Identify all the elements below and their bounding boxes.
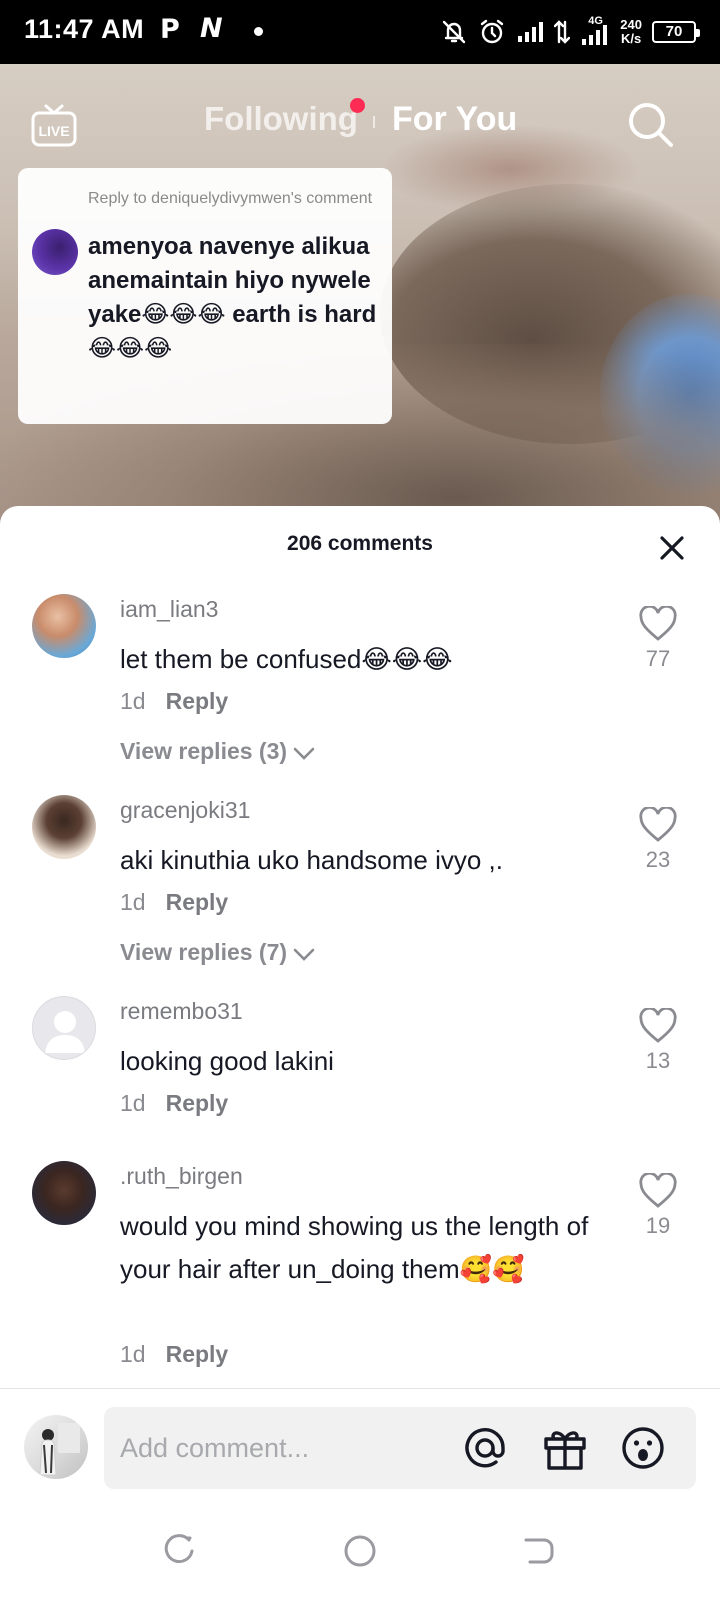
search-icon[interactable]: [626, 100, 676, 150]
n-notification-icon: N: [200, 13, 223, 44]
comment-age: 1d: [120, 688, 146, 714]
comment-item: remembo31 looking good lakini 1d Reply 13: [0, 996, 720, 1156]
comment-text: let them be confused😂😂😂: [120, 644, 453, 674]
like-count: 13: [645, 1048, 671, 1073]
system-navigation-bar: [0, 1500, 720, 1600]
heart-icon: [639, 1173, 677, 1208]
avatar[interactable]: [32, 996, 96, 1060]
comment-composer: Add comment...: [0, 1388, 720, 1500]
view-replies-button[interactable]: View replies (3): [120, 738, 315, 765]
mention-icon[interactable]: [462, 1425, 508, 1471]
chevron-down-icon: [294, 948, 315, 961]
like-button[interactable]: 77: [630, 606, 686, 672]
avatar[interactable]: [32, 594, 96, 658]
like-count: 23: [645, 847, 671, 872]
new-content-dot: [350, 98, 365, 113]
reply-card-header: Reply to deniquelydivymwen's comment: [88, 190, 373, 207]
like-count: 77: [645, 646, 671, 671]
default-avatar-icon: [45, 1011, 85, 1053]
notification-dot-icon: [254, 27, 263, 36]
comment-age: 1d: [120, 1090, 146, 1116]
gift-icon[interactable]: [542, 1425, 588, 1471]
comment-meta: 1d Reply: [120, 889, 228, 916]
network-speed: 240 K/s: [620, 17, 642, 46]
reply-button[interactable]: Reply: [166, 889, 229, 915]
comments-sheet: 206 comments iam_lian3 let them be confu…: [0, 506, 720, 1390]
heart-icon: [639, 1008, 677, 1043]
comment-input[interactable]: Add comment...: [104, 1407, 696, 1489]
chevron-down-icon: [294, 747, 315, 760]
user-photo-icon: [39, 1423, 80, 1476]
back-icon[interactable]: [522, 1534, 556, 1568]
close-icon[interactable]: [654, 530, 690, 566]
data-transfer-icon: [554, 20, 571, 44]
comment-item: gracenjoki31 aki kinuthia uko handsome i…: [0, 795, 720, 995]
heart-icon: [639, 606, 677, 641]
mute-bell-icon: [443, 20, 466, 44]
comment-text: aki kinuthia uko handsome ivyo ,.: [120, 845, 503, 875]
tab-following[interactable]: Following: [204, 100, 358, 138]
reply-button[interactable]: Reply: [166, 1090, 229, 1116]
tab-for-you[interactable]: For You: [392, 100, 517, 139]
comment-text: looking good lakini: [120, 1046, 334, 1076]
comment-username[interactable]: iam_lian3: [120, 596, 218, 623]
comment-age: 1d: [120, 889, 146, 915]
view-replies-button[interactable]: View replies (7): [120, 939, 315, 966]
top-navigation: LIVE Following For You: [0, 64, 720, 184]
status-bar: 11:47 AM P N 4G 240 K/s 70: [0, 0, 720, 64]
signal-icon: [518, 22, 544, 42]
avatar: [32, 229, 78, 275]
alarm-icon: [481, 19, 504, 44]
comment-text: would you mind showing us the length of …: [120, 1211, 589, 1284]
home-icon[interactable]: [343, 1534, 377, 1568]
comment-item: iam_lian3 let them be confused😂😂😂 1d Repl…: [0, 594, 720, 794]
comment-age: 1d: [120, 1341, 146, 1367]
tab-divider: [373, 116, 375, 128]
comment-placeholder: Add comment...: [120, 1433, 310, 1463]
comment-username[interactable]: .ruth_birgen: [120, 1163, 243, 1190]
comment-meta: 1d Reply: [120, 1341, 228, 1368]
avatar[interactable]: [32, 1161, 96, 1225]
battery-icon: 70: [652, 21, 700, 43]
status-icons: 4G 240 K/s 70: [440, 12, 700, 52]
reply-card-text: amenyoa navenye alikua anemaintain hiyo …: [88, 233, 377, 362]
avatar[interactable]: [24, 1415, 88, 1479]
comment-username[interactable]: remembo31: [120, 998, 243, 1025]
status-time: 11:47 AM: [24, 14, 145, 44]
avatar[interactable]: [32, 795, 96, 859]
comment-item: .ruth_birgen would you mind showing us t…: [0, 1161, 720, 1390]
like-button[interactable]: 13: [630, 1008, 686, 1074]
reply-button[interactable]: Reply: [166, 1341, 229, 1367]
comment-meta: 1d Reply: [120, 1090, 228, 1117]
live-icon[interactable]: LIVE: [30, 102, 78, 148]
heart-icon: [639, 807, 677, 842]
reply-button[interactable]: Reply: [166, 688, 229, 714]
p-notification-icon: P: [160, 14, 180, 45]
comment-username[interactable]: gracenjoki31: [120, 797, 250, 824]
signal-4g-icon: 4G: [580, 15, 610, 47]
comments-count-title: 206 comments: [287, 532, 433, 555]
like-count: 19: [645, 1213, 671, 1238]
svg-text:LIVE: LIVE: [38, 123, 69, 139]
recents-icon[interactable]: [162, 1534, 196, 1568]
comment-meta: 1d Reply: [120, 688, 228, 715]
emoji-icon[interactable]: [620, 1425, 666, 1471]
like-button[interactable]: 19: [630, 1173, 686, 1239]
reply-comment-card: Reply to deniquelydivymwen's comment ame…: [18, 168, 392, 424]
like-button[interactable]: 23: [630, 807, 686, 873]
